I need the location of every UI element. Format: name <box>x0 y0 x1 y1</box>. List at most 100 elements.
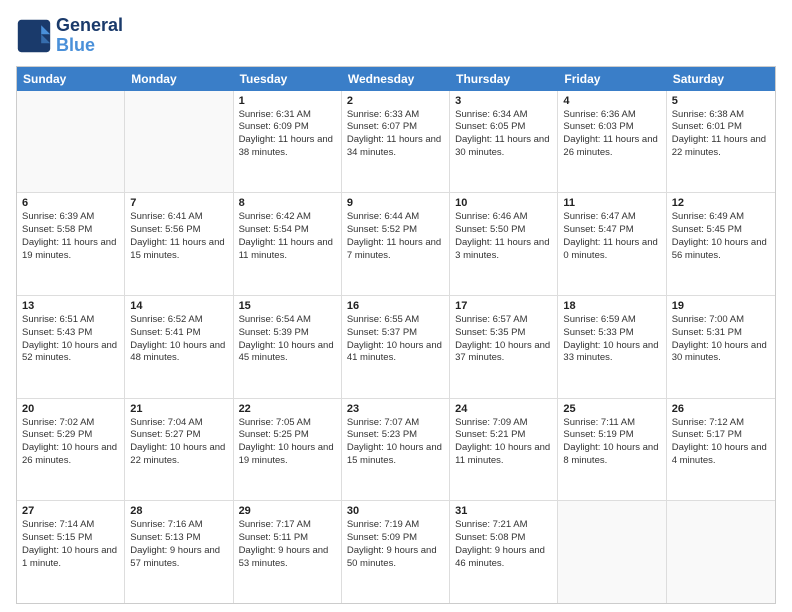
calendar-day-9: 9 Sunrise: 6:44 AMSunset: 5:52 PMDaylight… <box>342 193 450 295</box>
calendar-body: 1Sunrise: 6:31 AMSunset: 6:09 PMDaylight… <box>17 91 775 603</box>
day-of-week-sunday: Sunday <box>17 67 125 91</box>
sunrise-text: Sunrise: 6:36 AM <box>563 109 660 122</box>
calendar-day-12: 12Sunrise: 6:49 AMSunset: 5:45 PMDayligh… <box>667 193 775 295</box>
daylight-text: Daylight: 10 hours and 1 minute. <box>22 545 119 571</box>
daylight-text: Daylight: 10 hours and 8 minutes. <box>563 442 660 468</box>
sunset-text: Sunset: 5:52 PM <box>347 224 444 237</box>
day-number: 21 <box>130 403 227 415</box>
calendar-day-16: 16Sunrise: 6:55 AMSunset: 5:37 PMDayligh… <box>342 296 450 398</box>
calendar-day-23: 23Sunrise: 7:07 AMSunset: 5:23 PMDayligh… <box>342 399 450 501</box>
day-number: 10 <box>455 197 552 209</box>
sunset-text: Sunset: 5:13 PM <box>130 532 227 545</box>
calendar-header: SundayMondayTuesdayWednesdayThursdayFrid… <box>17 67 775 91</box>
sunset-text: Sunset: 5:17 PM <box>672 429 770 442</box>
day-number: 12 <box>672 197 770 209</box>
daylight-text: Daylight: 11 hours and 0 minutes. <box>563 237 660 263</box>
daylight-text: Daylight: 10 hours and 33 minutes. <box>563 340 660 366</box>
sunset-text: Sunset: 5:50 PM <box>455 224 552 237</box>
day-number: 24 <box>455 403 552 415</box>
sunset-text: Sunset: 5:29 PM <box>22 429 119 442</box>
day-number: 25 <box>563 403 660 415</box>
logo-icon <box>16 18 52 54</box>
calendar-day-21: 21Sunrise: 7:04 AMSunset: 5:27 PMDayligh… <box>125 399 233 501</box>
day-number: 18 <box>563 300 660 312</box>
sunrise-text: Sunrise: 7:04 AM <box>130 417 227 430</box>
day-number: 14 <box>130 300 227 312</box>
sunrise-text: Sunrise: 6:44 AM <box>347 211 444 224</box>
daylight-text: Daylight: 9 hours and 57 minutes. <box>130 545 227 571</box>
day-number: 20 <box>22 403 119 415</box>
calendar-day-22: 22Sunrise: 7:05 AMSunset: 5:25 PMDayligh… <box>234 399 342 501</box>
daylight-text: Daylight: 10 hours and 11 minutes. <box>455 442 552 468</box>
sunrise-text: Sunrise: 6:31 AM <box>239 109 336 122</box>
day-number: 15 <box>239 300 336 312</box>
sunrise-text: Sunrise: 7:16 AM <box>130 519 227 532</box>
day-number: 23 <box>347 403 444 415</box>
daylight-text: Daylight: 10 hours and 48 minutes. <box>130 340 227 366</box>
sunset-text: Sunset: 5:45 PM <box>672 224 770 237</box>
sunset-text: Sunset: 5:11 PM <box>239 532 336 545</box>
sunset-text: Sunset: 5:21 PM <box>455 429 552 442</box>
calendar-week-3: 13Sunrise: 6:51 AMSunset: 5:43 PMDayligh… <box>17 296 775 399</box>
calendar-day-29: 29Sunrise: 7:17 AMSunset: 5:11 PMDayligh… <box>234 501 342 603</box>
sunset-text: Sunset: 5:15 PM <box>22 532 119 545</box>
calendar-day-25: 25Sunrise: 7:11 AMSunset: 5:19 PMDayligh… <box>558 399 666 501</box>
calendar-day-27: 27Sunrise: 7:14 AMSunset: 5:15 PMDayligh… <box>17 501 125 603</box>
day-of-week-thursday: Thursday <box>450 67 558 91</box>
logo: General Blue <box>16 16 123 56</box>
calendar-day-8: 8Sunrise: 6:42 AMSunset: 5:54 PMDaylight… <box>234 193 342 295</box>
calendar-day-4: 4Sunrise: 6:36 AMSunset: 6:03 PMDaylight… <box>558 91 666 193</box>
day-number: 31 <box>455 505 552 517</box>
sunset-text: Sunset: 5:56 PM <box>130 224 227 237</box>
daylight-text: Daylight: 10 hours and 15 minutes. <box>347 442 444 468</box>
daylight-text: Daylight: 11 hours and 19 minutes. <box>22 237 119 263</box>
sunrise-text: Sunrise: 7:00 AM <box>672 314 770 327</box>
sunrise-text: Sunrise: 6:39 AM <box>22 211 119 224</box>
calendar-day-20: 20Sunrise: 7:02 AMSunset: 5:29 PMDayligh… <box>17 399 125 501</box>
calendar-day-19: 19Sunrise: 7:00 AMSunset: 5:31 PMDayligh… <box>667 296 775 398</box>
sunrise-text: Sunrise: 6:34 AM <box>455 109 552 122</box>
sunset-text: Sunset: 5:58 PM <box>22 224 119 237</box>
daylight-text: Daylight: 11 hours and 3 minutes. <box>455 237 552 263</box>
sunset-text: Sunset: 5:54 PM <box>239 224 336 237</box>
calendar-day-6: 6Sunrise: 6:39 AMSunset: 5:58 PMDaylight… <box>17 193 125 295</box>
sunset-text: Sunset: 5:31 PM <box>672 327 770 340</box>
calendar-day-31: 31Sunrise: 7:21 AMSunset: 5:08 PMDayligh… <box>450 501 558 603</box>
sunrise-text: Sunrise: 6:51 AM <box>22 314 119 327</box>
calendar-day-24: 24 Sunrise: 7:09 AMSunset: 5:21 PMDayligh… <box>450 399 558 501</box>
calendar-day-1: 1Sunrise: 6:31 AMSunset: 6:09 PMDaylight… <box>234 91 342 193</box>
daylight-text: Daylight: 10 hours and 56 minutes. <box>672 237 770 263</box>
sunrise-text: Sunrise: 6:52 AM <box>130 314 227 327</box>
sunrise-text: Sunrise: 6:33 AM <box>347 109 444 122</box>
calendar-day-28: 28Sunrise: 7:16 AMSunset: 5:13 PMDayligh… <box>125 501 233 603</box>
sunrise-text: Sunrise: 7:17 AM <box>239 519 336 532</box>
calendar-day-17: 17Sunrise: 6:57 AMSunset: 5:35 PMDayligh… <box>450 296 558 398</box>
day-number: 7 <box>130 197 227 209</box>
sunset-text: Sunset: 5:43 PM <box>22 327 119 340</box>
calendar-week-5: 27Sunrise: 7:14 AMSunset: 5:15 PMDayligh… <box>17 501 775 603</box>
day-number: 16 <box>347 300 444 312</box>
calendar-day-30: 30Sunrise: 7:19 AMSunset: 5:09 PMDayligh… <box>342 501 450 603</box>
day-number: 11 <box>563 197 660 209</box>
sunset-text: Sunset: 5:35 PM <box>455 327 552 340</box>
sunrise-text: Sunrise: 7:09 AM <box>455 417 552 430</box>
sunset-text: Sunset: 6:01 PM <box>672 121 770 134</box>
day-number: 9 <box>347 197 444 209</box>
daylight-text: Daylight: 11 hours and 38 minutes. <box>239 134 336 160</box>
header: General Blue <box>16 16 776 56</box>
daylight-text: Daylight: 10 hours and 30 minutes. <box>672 340 770 366</box>
sunset-text: Sunset: 6:03 PM <box>563 121 660 134</box>
sunset-text: Sunset: 6:09 PM <box>239 121 336 134</box>
calendar-day-empty <box>558 501 666 603</box>
daylight-text: Daylight: 10 hours and 41 minutes. <box>347 340 444 366</box>
day-number: 8 <box>239 197 336 209</box>
sunset-text: Sunset: 5:33 PM <box>563 327 660 340</box>
calendar-day-10: 10Sunrise: 6:46 AMSunset: 5:50 PMDayligh… <box>450 193 558 295</box>
day-number: 4 <box>563 95 660 107</box>
sunrise-text: Sunrise: 6:47 AM <box>563 211 660 224</box>
day-number: 30 <box>347 505 444 517</box>
daylight-text: Daylight: 11 hours and 7 minutes. <box>347 237 444 263</box>
day-number: 26 <box>672 403 770 415</box>
sunset-text: Sunset: 5:27 PM <box>130 429 227 442</box>
calendar-day-3: 3Sunrise: 6:34 AMSunset: 6:05 PMDaylight… <box>450 91 558 193</box>
